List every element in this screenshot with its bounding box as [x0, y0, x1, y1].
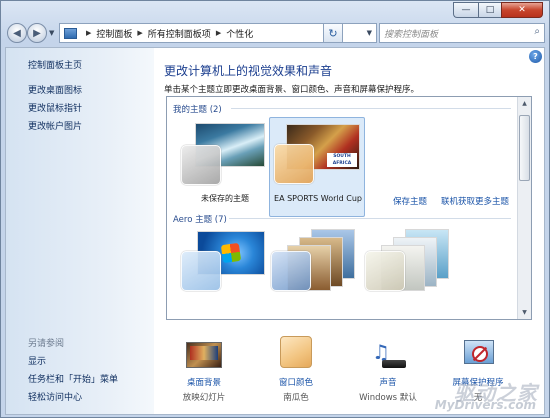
- window-color-swatch: [271, 251, 311, 291]
- search-input[interactable]: 搜索控制面板 ⌕: [379, 23, 545, 43]
- window-color-swatch: [181, 251, 221, 291]
- sidebar-home-link[interactable]: 控制面板主页: [28, 58, 82, 71]
- address-dropdown-icon[interactable]: ▼: [367, 29, 372, 37]
- back-button[interactable]: ◀: [7, 23, 27, 43]
- refresh-icon: ↻: [328, 26, 338, 40]
- desktop-background-setting[interactable]: 桌面背景 放映幻灯片: [164, 324, 244, 414]
- breadcrumb-all-items[interactable]: 所有控制面板项: [148, 27, 211, 40]
- theme-ea-sports-world-cup[interactable]: SOUTH AFRICA EA SPORTS World Cup: [269, 117, 365, 217]
- sidebar-link-mouse-pointers[interactable]: 更改鼠标指针: [28, 101, 82, 114]
- recent-pages-dropdown[interactable]: ▼: [49, 29, 54, 37]
- minimize-button[interactable]: —: [453, 2, 478, 18]
- navigation-bar: ◀ ▶ ▼ ▶ 控制面板 ▶ 所有控制面板项 ▶ 个性化 ▼ ↻ 搜索控制面板 …: [5, 21, 545, 45]
- my-themes-group-label: 我的主题 (2): [173, 105, 222, 115]
- breadcrumb-control-panel[interactable]: 控制面板: [96, 27, 132, 40]
- window-color-icon: [280, 336, 312, 368]
- search-placeholder: 搜索控制面板: [384, 29, 439, 40]
- window-color-swatch: [274, 144, 314, 184]
- forward-arrow-icon: ▶: [33, 27, 41, 39]
- search-icon[interactable]: ⌕: [534, 26, 540, 37]
- group-divider: [229, 218, 511, 219]
- theme-list: 我的主题 (2) 未保存的主题 SOUTH AFRICA EA SPORTS W…: [166, 96, 532, 320]
- theme-characters[interactable]: [363, 225, 459, 319]
- page-title: 更改计算机上的视觉效果和声音: [164, 64, 333, 78]
- desktop-background-label[interactable]: 桌面背景: [164, 376, 244, 388]
- screensaver-icon: [460, 340, 496, 370]
- sound-value: Windows 默认: [359, 393, 417, 403]
- window-color-value: 南瓜色: [283, 393, 309, 403]
- forward-button[interactable]: ▶: [27, 23, 47, 43]
- caption-buttons: — □ ✕: [453, 2, 543, 18]
- windows-logo-icon: [220, 242, 242, 264]
- content-area: 控制面板主页 更改桌面图标 更改鼠标指针 更改帐户图片 另请参阅 显示 任务栏和…: [5, 47, 545, 415]
- see-also-ease-of-access[interactable]: 轻松访问中心: [28, 390, 82, 403]
- south-africa-logo: SOUTH AFRICA: [327, 153, 357, 167]
- sidebar: 控制面板主页 更改桌面图标 更改鼠标指针 更改帐户图片 另请参阅 显示 任务栏和…: [6, 48, 154, 414]
- scroll-down-icon[interactable]: ▼: [518, 306, 531, 319]
- see-also-taskbar[interactable]: 任务栏和「开始」菜单: [28, 372, 118, 385]
- theme-name-ea-sports: EA SPORTS World Cup: [274, 194, 362, 203]
- window-color-label[interactable]: 窗口颜色: [256, 376, 336, 388]
- see-also-display[interactable]: 显示: [28, 354, 46, 367]
- page-subtitle: 单击某个主题立即更改桌面背景、窗口颜色、声音和屏幕保护程序。: [164, 85, 420, 95]
- theme-name-unsaved: 未保存的主题: [201, 194, 249, 203]
- desktop-background-value: 放映幻灯片: [182, 393, 226, 403]
- theme-architecture[interactable]: [269, 225, 365, 319]
- sidebar-link-desktop-icons[interactable]: 更改桌面图标: [28, 83, 82, 96]
- see-also-heading: 另请参阅: [28, 339, 65, 349]
- theme-windows-7[interactable]: [177, 227, 273, 319]
- breadcrumb-chevron-icon[interactable]: ▶: [86, 29, 91, 37]
- window-color-setting[interactable]: 窗口颜色 南瓜色: [256, 324, 336, 414]
- desktop-background-icon: [186, 340, 222, 370]
- get-more-themes-link[interactable]: 联机获取更多主题: [441, 195, 509, 207]
- sidebar-link-account-picture[interactable]: 更改帐户图片: [28, 119, 82, 132]
- group-divider: [231, 108, 511, 109]
- aero-themes-group-label: Aero 主题 (7): [173, 215, 227, 225]
- scroll-up-icon[interactable]: ▲: [518, 97, 531, 110]
- sound-label[interactable]: 声音: [348, 376, 428, 388]
- maximize-button[interactable]: □: [478, 2, 501, 18]
- watermark-url: MyDrivers.com: [434, 398, 536, 412]
- breadcrumb-personalization[interactable]: 个性化: [226, 27, 253, 40]
- help-icon[interactable]: ?: [529, 50, 542, 63]
- breadcrumb-chevron-icon[interactable]: ▶: [216, 29, 221, 37]
- scroll-thumb[interactable]: [519, 115, 530, 181]
- window-color-swatch: [181, 145, 221, 185]
- sound-setting[interactable]: ♫ 声音 Windows 默认: [348, 324, 428, 414]
- theme-list-scrollbar[interactable]: ▲ ▼: [517, 97, 531, 319]
- close-button[interactable]: ✕: [501, 2, 543, 18]
- save-theme-link[interactable]: 保存主题: [393, 195, 427, 207]
- sound-icon: ♫: [370, 340, 406, 370]
- refresh-button[interactable]: ↻: [323, 23, 343, 43]
- control-panel-icon: [64, 27, 77, 39]
- personalization-window: — □ ✕ ◀ ▶ ▼ ▶ 控制面板 ▶ 所有控制面板项 ▶ 个性化 ▼ ↻ 搜…: [0, 0, 550, 418]
- theme-unsaved[interactable]: 未保存的主题: [177, 119, 273, 215]
- window-color-swatch: [365, 251, 405, 291]
- back-arrow-icon: ◀: [13, 27, 21, 39]
- main-pane: ? 更改计算机上的视觉效果和声音 单击某个主题立即更改桌面背景、窗口颜色、声音和…: [154, 48, 544, 414]
- breadcrumb-chevron-icon[interactable]: ▶: [137, 29, 142, 37]
